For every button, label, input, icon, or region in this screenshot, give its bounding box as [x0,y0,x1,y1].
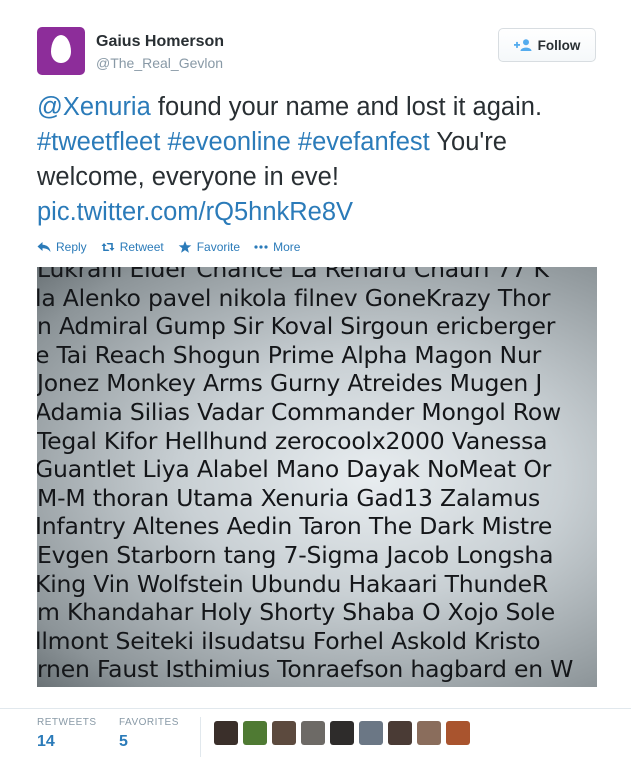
mention-link[interactable]: @Xenuria [37,93,151,121]
user-name[interactable]: Gaius Homerson [96,33,224,51]
avatar[interactable] [37,27,85,75]
hashtag-link[interactable]: #tweetfleet [37,128,160,156]
photo-text-row: Adamia Silias Vadar Commander Mongol Row [37,398,562,426]
photo-text-row: la Alenko pavel nikola filnev GoneKrazy … [37,283,551,312]
follow-button[interactable]: Follow [498,28,596,62]
tweet-text-part: found your name and lost it again. [150,93,543,121]
favorites-label: FAVORITES [119,717,179,728]
favoriter-avatar[interactable] [417,721,441,745]
favoriter-avatar[interactable] [301,721,325,745]
photo-text-row: m Khandahar Holy Shorty Shaba O Xojo Sol… [37,598,556,627]
reply-label: Reply [56,240,87,254]
favorites-stat[interactable]: FAVORITES 5 [119,717,179,751]
hashtag-link[interactable]: #evefanfest [298,128,430,156]
photo-text-row: e Tai Reach Shogun Prime Alpha Magon Nur [37,340,542,369]
photo-text-row: King Vin Wolfstein Ubundu Hakaari Thunde… [37,569,548,598]
retweets-stat[interactable]: RETWEETS 14 [37,717,97,751]
reply-button[interactable]: Reply [37,240,87,254]
more-button[interactable]: More [254,240,300,254]
user-handle[interactable]: @The_Real_Gevlon [96,55,223,71]
favoriter-avatars [214,721,470,745]
add-user-icon [513,39,532,51]
favoriter-avatar[interactable] [388,721,412,745]
photo-text-row: M-M thoran Utama Xenuria Gad13 Zalamus [37,483,541,512]
star-icon [178,241,192,253]
more-label: More [273,240,301,254]
stats-divider [200,717,201,757]
hashtag-link[interactable]: #eveonline [167,128,290,156]
retweet-button[interactable]: Retweet [101,240,164,254]
follow-label: Follow [537,37,581,53]
favoriter-avatar[interactable] [359,721,383,745]
photo-text-row: Evgen Starborn tang 7-Sigma Jacob Longsh… [37,541,554,569]
tweet-stats: RETWEETS 14 FAVORITES 5 [0,708,631,757]
favorite-label: Favorite [196,240,241,254]
more-dots-icon [254,245,268,249]
photo-text-row: Guantlet Liya Alabel Mano Dayak NoMeat O… [37,455,552,484]
media-link[interactable]: pic.twitter.com/rQ5hnkRe8V [37,198,353,226]
favoriter-avatar[interactable] [272,721,296,745]
photo-text-row: rnen Faust Isthimius Tonraefson hagbard … [37,655,574,684]
favoriter-avatar[interactable] [243,721,267,745]
egg-avatar-icon [51,35,71,63]
retweet-label: Retweet [119,240,164,254]
photo-text-row: n Admiral Gump Sir Koval Sirgoun ericber… [37,312,556,341]
retweets-count: 14 [37,733,55,750]
favoriter-avatar[interactable] [214,721,238,745]
favoriter-avatar[interactable] [446,721,470,745]
favorite-button[interactable]: Favorite [178,240,240,254]
favorites-count: 5 [119,733,128,750]
tweet-text: @Xenuria found your name and lost it aga… [37,90,597,230]
retweet-icon [101,243,115,251]
tweet-photo[interactable]: Lukrani Elder Chance La Renard Chauri 77… [37,267,597,687]
photo-text-row: Tegal Kifor Hellhund zerocoolx2000 Vanes… [37,426,548,455]
photo-text-row: Jonez Monkey Arms Gurny Atreides Mugen J [37,369,543,398]
tweet-actions: Reply Retweet Favorite More [37,240,300,254]
reply-icon [37,242,51,252]
photo-text-row: llmont Seiteki iIsudatsu Forhel Askold K… [37,626,541,655]
photo-text-row: Lukrani Elder Chance La Renard Chauri 77… [37,267,549,283]
retweets-label: RETWEETS [37,717,97,728]
photo-text-row: Infantry Altenes Aedin Taron The Dark Mi… [37,512,553,541]
favoriter-avatar[interactable] [330,721,354,745]
